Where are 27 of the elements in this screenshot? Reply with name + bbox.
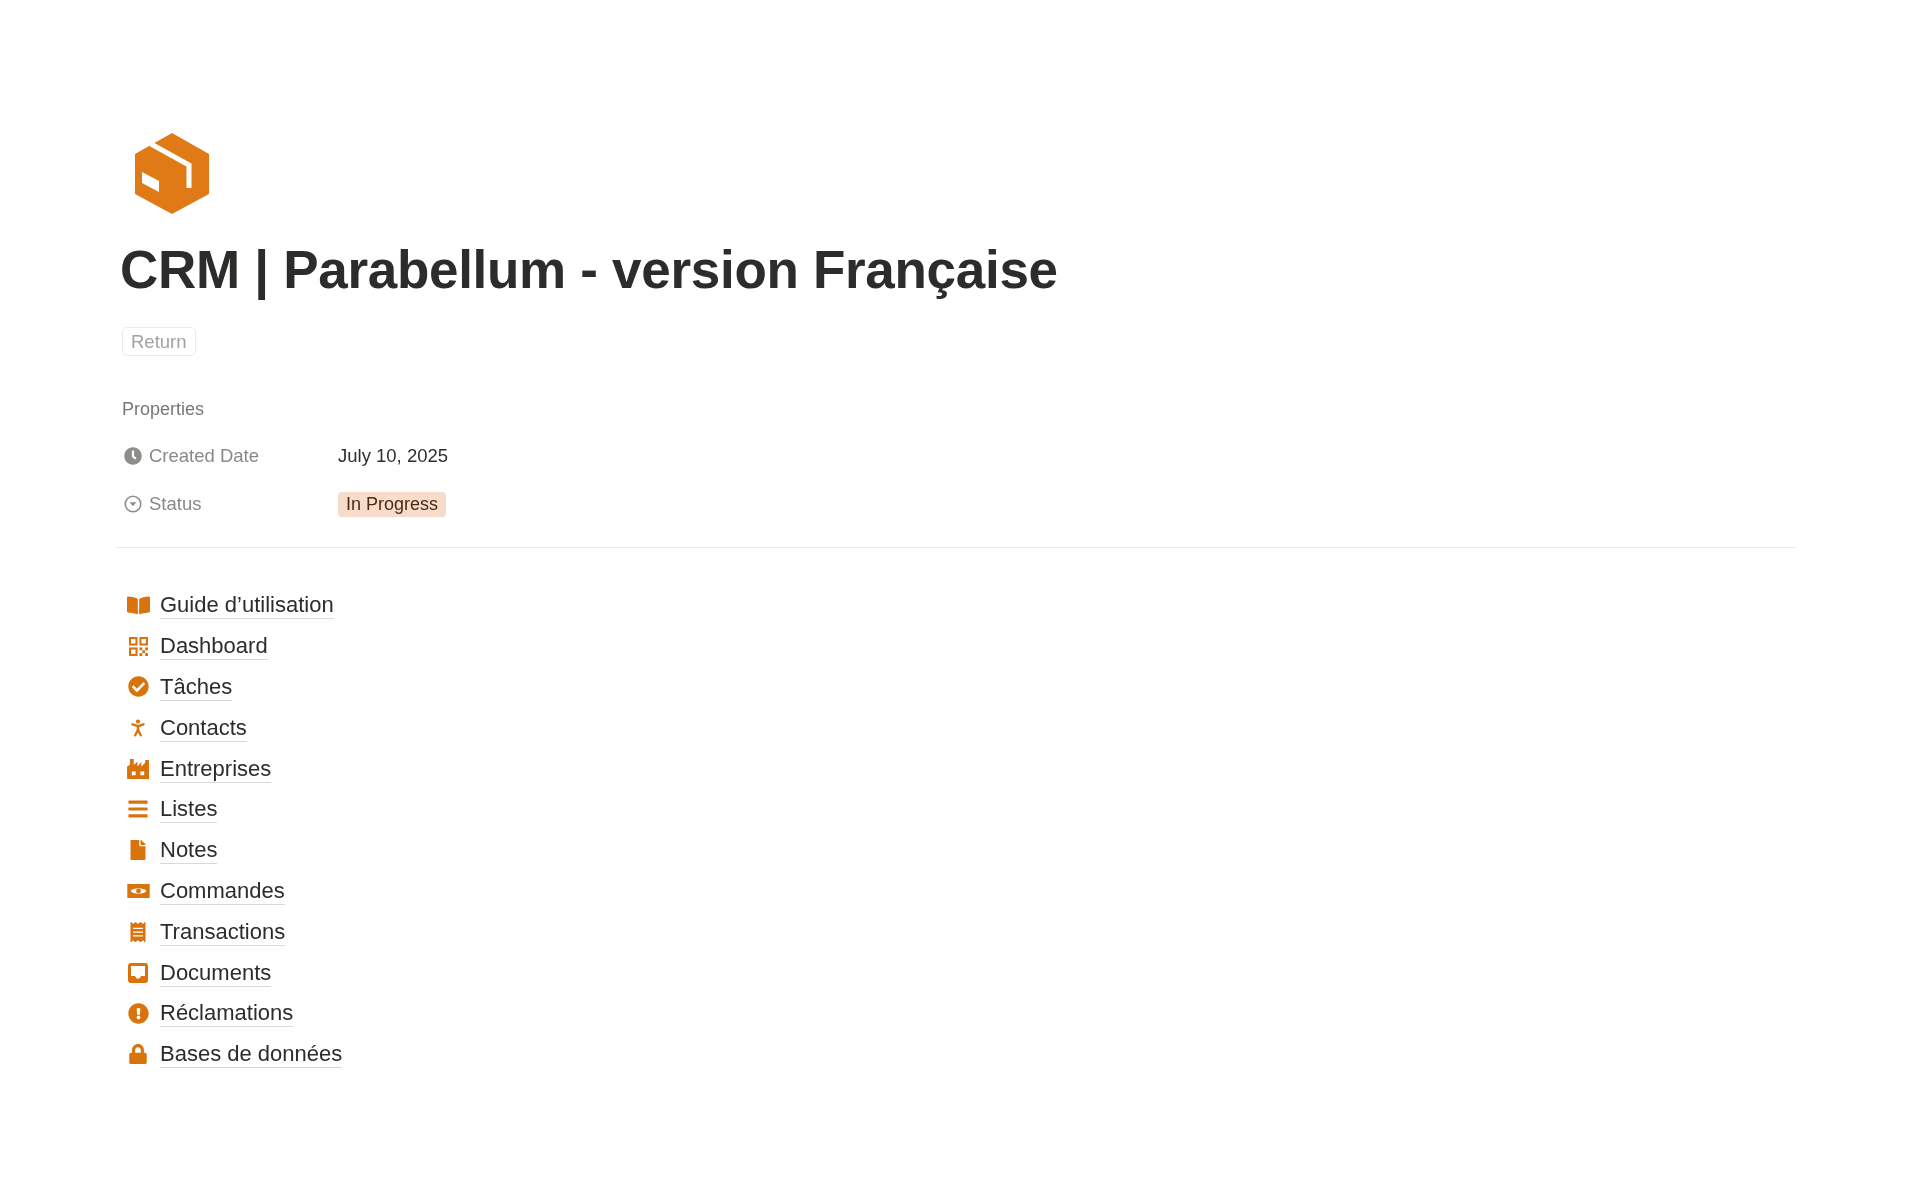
page-link[interactable]: Entreprises: [160, 754, 272, 783]
property-label: Created Date: [149, 445, 260, 467]
page-link[interactable]: Dashboard: [160, 632, 268, 661]
property-value: July 10, 2025: [338, 445, 449, 467]
page-title: CRM | Parabellum - version Française: [120, 239, 1058, 301]
factory-icon: [126, 758, 150, 779]
page-link[interactable]: Contacts: [160, 713, 247, 742]
banknote-icon: [126, 883, 150, 898]
inbox-tray-icon: [128, 962, 148, 983]
page-link[interactable]: Notes: [160, 836, 218, 865]
grid-icon: [128, 636, 148, 656]
circle-caret-icon: [124, 495, 142, 513]
page-link[interactable]: Tâches: [160, 673, 233, 701]
page-link[interactable]: Documents: [160, 958, 272, 987]
page-link[interactable]: Bases de données: [160, 1040, 343, 1069]
status-tag[interactable]: In Progress: [338, 491, 447, 517]
receipt-icon: [128, 921, 148, 942]
document-icon: [128, 840, 148, 861]
lock-icon: [128, 1044, 148, 1065]
page-link[interactable]: Listes: [160, 795, 218, 824]
page-link[interactable]: Transactions: [160, 917, 286, 946]
page-link[interactable]: Commandes: [160, 876, 285, 905]
page-link[interactable]: Réclamations: [160, 999, 294, 1028]
property-label: Status: [149, 493, 202, 515]
page-link[interactable]: Guide d’utilisation: [160, 591, 334, 620]
clock-icon: [124, 447, 142, 465]
properties-heading: Properties: [122, 399, 205, 419]
